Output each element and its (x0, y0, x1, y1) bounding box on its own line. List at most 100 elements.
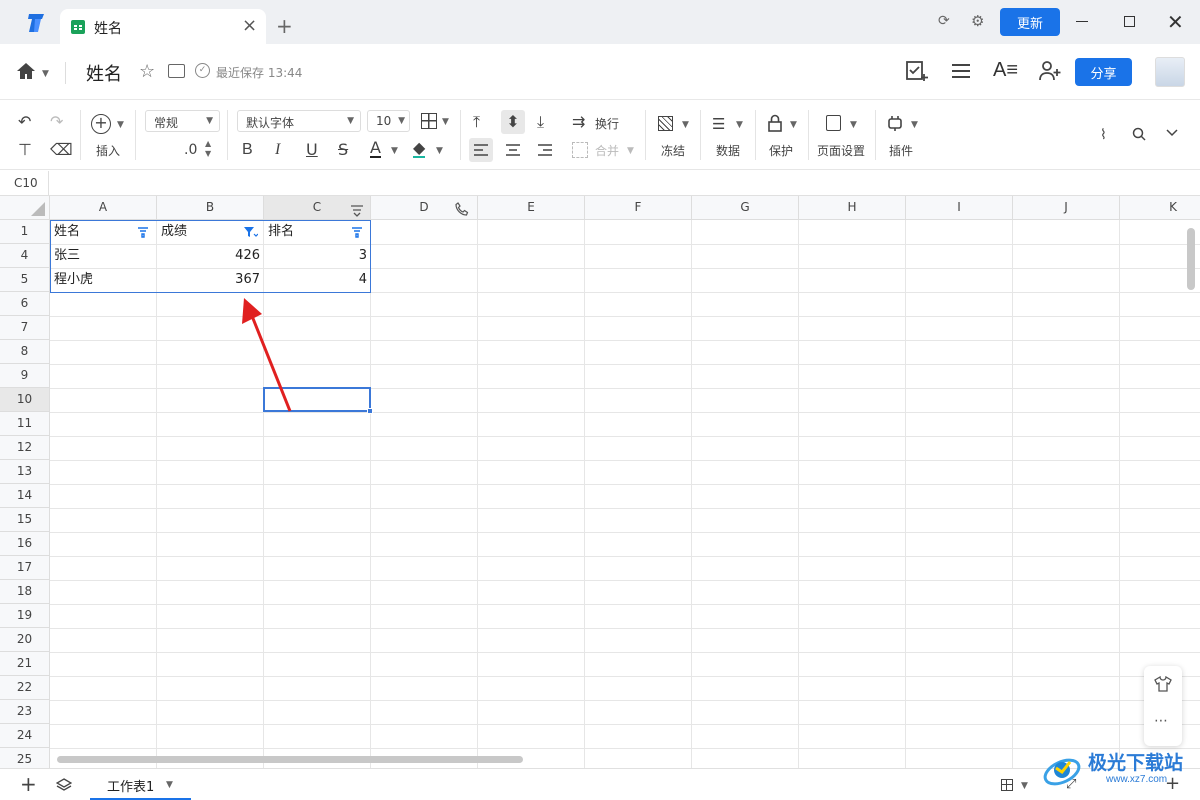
strikethrough-icon[interactable]: S (338, 140, 348, 160)
row-header[interactable]: 9 (0, 364, 50, 388)
row-header[interactable]: 17 (0, 556, 50, 580)
plugin-icon[interactable] (887, 114, 903, 136)
data-dropdown-icon[interactable]: ▼ (736, 120, 743, 130)
merge-dropdown-icon[interactable]: ▼ (627, 146, 634, 156)
maximize-icon[interactable] (1124, 16, 1135, 27)
data-icon[interactable]: ☰ (712, 115, 725, 133)
row-header[interactable]: 10 (0, 388, 50, 412)
more-icon[interactable]: ⋯ (1154, 713, 1169, 729)
row-header[interactable]: 1 (0, 220, 50, 244)
number-format-select[interactable]: 常规 ▼ (145, 110, 220, 132)
fill-color-dropdown-icon[interactable]: ▼ (436, 146, 443, 156)
row-header[interactable]: 22 (0, 676, 50, 700)
insert-button[interactable]: 插入 (96, 142, 120, 159)
row-header[interactable]: 24 (0, 724, 50, 748)
settings-icon[interactable]: ⚙ (971, 12, 984, 30)
column-header[interactable]: J (1013, 196, 1120, 220)
plugin-dropdown-icon[interactable]: ▼ (911, 120, 918, 130)
underline-icon[interactable]: U (306, 140, 318, 160)
insert-dropdown-icon[interactable]: ▼ (117, 120, 124, 130)
filter-icon[interactable] (137, 227, 149, 242)
checklist-icon[interactable] (905, 60, 929, 86)
home-dropdown-icon[interactable]: ▼ (42, 69, 49, 79)
row-header[interactable]: 4 (0, 244, 50, 268)
row-header[interactable]: 16 (0, 532, 50, 556)
table-cell[interactable]: 张三 (50, 244, 157, 268)
select-all-corner[interactable] (0, 196, 50, 220)
column-header[interactable]: K (1120, 196, 1200, 220)
align-left-icon[interactable] (469, 138, 493, 162)
app-logo-icon[interactable] (24, 11, 48, 35)
clear-format-icon[interactable]: ⌫ (50, 140, 73, 160)
redo-icon[interactable]: ↷ (50, 112, 63, 132)
column-header[interactable]: A (50, 196, 157, 220)
menu-icon[interactable] (951, 63, 971, 83)
filter-icon[interactable] (351, 227, 363, 242)
filter-active-icon[interactable] (243, 226, 259, 242)
row-header[interactable]: 19 (0, 604, 50, 628)
text-format-icon[interactable]: A≡ (993, 59, 1018, 82)
fullscreen-icon[interactable]: ⤢ (1066, 777, 1076, 792)
align-right-icon[interactable] (533, 138, 557, 166)
font-size-select[interactable]: 10 ▼ (367, 110, 410, 132)
row-header[interactable]: 8 (0, 340, 50, 364)
column-header[interactable]: G (692, 196, 799, 220)
add-collaborator-icon[interactable] (1038, 60, 1062, 86)
protect-dropdown-icon[interactable]: ▼ (790, 120, 797, 130)
move-icon[interactable] (168, 64, 185, 78)
add-sheet-icon[interactable]: + (20, 772, 37, 796)
data-button[interactable]: 数据 (716, 142, 740, 159)
column-header[interactable]: B (157, 196, 264, 220)
collapse-toolbar-icon[interactable] (1166, 126, 1178, 142)
table-cell[interactable]: 程小虎 (50, 268, 157, 292)
column-header[interactable]: H (799, 196, 906, 220)
border-icon[interactable] (421, 113, 437, 129)
sync-icon[interactable]: ⟳ (938, 13, 950, 29)
freeze-dropdown-icon[interactable]: ▼ (682, 120, 689, 130)
decimal-stepper-icon[interactable]: ▲ ▼ (205, 139, 211, 159)
align-middle-icon[interactable]: ⬍ (501, 110, 525, 134)
document-tab[interactable]: 姓名 × (60, 9, 266, 44)
format-painter-icon[interactable]: ⊤ (18, 140, 32, 160)
lock-icon[interactable] (767, 114, 783, 136)
column-header[interactable]: E (478, 196, 585, 220)
wrap-icon[interactable]: ⇉ (572, 112, 585, 132)
decimal-button[interactable]: .0 (184, 142, 197, 158)
table-cell[interactable]: 367 (157, 268, 264, 292)
row-header[interactable]: 5 (0, 268, 50, 292)
avatar[interactable] (1155, 57, 1185, 87)
sheet-tab-dropdown-icon[interactable]: ▼ (166, 780, 173, 790)
italic-icon[interactable]: I (275, 140, 280, 160)
page-setup-button[interactable]: 页面设置 (817, 142, 865, 159)
insert-icon[interactable]: + (91, 114, 111, 134)
star-icon[interactable]: ☆ (139, 61, 155, 82)
new-tab-button[interactable]: + (276, 14, 293, 38)
view-mode-dropdown-icon[interactable]: ▼ (1021, 781, 1028, 791)
minimize-icon[interactable] (1076, 21, 1088, 22)
page-setup-dropdown-icon[interactable]: ▼ (850, 120, 857, 130)
fill-handle[interactable] (367, 408, 373, 414)
update-button[interactable]: 更新 (1000, 8, 1060, 36)
border-dropdown-icon[interactable]: ▼ (442, 117, 449, 127)
column-header[interactable]: D (371, 196, 478, 220)
cell-reference[interactable]: C10 (14, 176, 38, 190)
home-icon[interactable] (16, 62, 36, 84)
search-icon[interactable] (1132, 127, 1146, 145)
undo-icon[interactable]: ↶ (18, 112, 31, 132)
row-header[interactable]: 20 (0, 628, 50, 652)
row-header[interactable]: 6 (0, 292, 50, 316)
wrap-button[interactable]: 换行 (595, 115, 619, 132)
zoom-in-icon[interactable]: + (1165, 773, 1180, 794)
freeze-icon[interactable] (658, 116, 673, 131)
row-header[interactable]: 15 (0, 508, 50, 532)
font-family-select[interactable]: 默认字体 ▼ (237, 110, 361, 132)
skin-icon[interactable] (1154, 675, 1172, 696)
row-header[interactable]: 25 (0, 748, 50, 768)
row-header[interactable]: 18 (0, 580, 50, 604)
align-top-icon[interactable]: ⤒ (473, 112, 480, 132)
column-header[interactable]: C (264, 196, 371, 220)
merge-button[interactable]: 合并 (595, 142, 619, 159)
font-color-icon[interactable]: A (370, 140, 381, 158)
merge-icon[interactable] (572, 142, 588, 158)
protect-button[interactable]: 保护 (769, 142, 793, 159)
